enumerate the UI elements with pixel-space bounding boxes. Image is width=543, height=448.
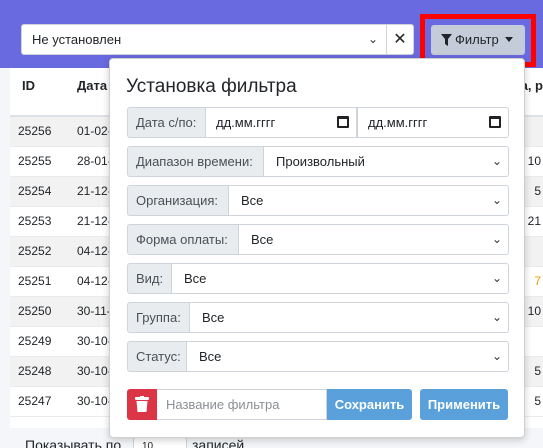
chevron-down-icon: ⌄: [491, 349, 502, 363]
filter-button-label: Фильтр: [455, 32, 499, 47]
date-to-placeholder: дд.мм.гггг: [368, 115, 428, 130]
cell-date: 01-02-: [77, 124, 112, 138]
group-label: Группа:: [127, 302, 190, 333]
cell-amount: 10: [527, 304, 541, 318]
records-label: записей: [192, 437, 245, 448]
cell-id: 25255: [18, 154, 52, 168]
kind-select[interactable]: Все ⌄: [172, 263, 509, 294]
cell-date: 28-01-: [77, 154, 112, 168]
calendar-icon: [489, 116, 501, 128]
date-range-label: Дата с/по:: [127, 107, 206, 138]
kind-value: Все: [184, 271, 207, 286]
date-range-group: Дата с/по: дд.мм.гггг дд.мм.гггг: [127, 107, 509, 138]
cell-amount: 7: [534, 274, 541, 288]
group-select[interactable]: Все ⌄: [190, 302, 509, 333]
filter-button[interactable]: Фильтр: [431, 25, 525, 55]
cell-date: 21-12-: [77, 184, 112, 198]
cell-id: 25252: [18, 244, 52, 258]
cell-date: 21-12-: [77, 214, 112, 228]
cell-date: 04-12-: [77, 274, 112, 288]
chevron-down-icon: ⌄: [491, 271, 502, 285]
trash-icon: [135, 396, 149, 412]
cell-date: 30-11-: [77, 304, 111, 318]
cell-id: 25253: [18, 214, 52, 228]
caret-down-icon: [504, 37, 513, 42]
cell-id: 25249: [18, 334, 52, 348]
payment-form-label: Форма оплаты:: [127, 224, 239, 255]
cell-id: 25251: [18, 274, 52, 288]
chevron-down-icon: ⌄: [491, 193, 502, 207]
date-to-input[interactable]: дд.мм.гггг: [357, 107, 509, 138]
column-header-id: ID: [22, 78, 35, 93]
cell-id: 25254: [18, 184, 52, 198]
time-range-select[interactable]: Произвольный ⌄: [264, 146, 509, 177]
group-group: Группа: Все ⌄: [127, 302, 509, 333]
group-value: Все: [202, 310, 225, 325]
chevron-down-icon: ⌄: [491, 154, 502, 168]
cell-date: 04-12-: [77, 244, 112, 258]
status-filter-select[interactable]: Все ⌄: [187, 341, 509, 372]
cell-id: 25256: [18, 124, 52, 138]
cell-amount: 21: [527, 214, 541, 228]
calendar-icon: [337, 116, 349, 128]
cell-id: 25250: [18, 304, 52, 318]
cell-date: 30-10-: [77, 364, 112, 378]
cell-amount: 5: [534, 364, 541, 378]
chevron-down-icon: ⌄: [491, 232, 502, 246]
column-header-date: Дата: [77, 78, 108, 93]
organization-select[interactable]: Все ⌄: [229, 185, 509, 216]
delete-filter-button[interactable]: [127, 389, 157, 420]
cell-date: 30-10-: [77, 394, 112, 408]
status-select-value: Не установлен: [32, 32, 122, 47]
page-size-label: Показывать по: [25, 437, 122, 448]
filter-name-input[interactable]: Название фильтра: [157, 389, 327, 420]
payment-form-select[interactable]: Все ⌄: [239, 224, 509, 255]
clear-button[interactable]: ✕: [387, 24, 414, 55]
time-range-label: Диапазон времени:: [127, 146, 264, 177]
cell-id: 25248: [18, 364, 52, 378]
kind-group: Вид: Все ⌄: [127, 263, 509, 294]
payment-form-value: Все: [251, 232, 274, 247]
date-from-placeholder: дд.мм.гггг: [216, 115, 276, 130]
status-select[interactable]: Не установлен ⌄: [21, 24, 387, 55]
cell-amount: 5: [534, 394, 541, 408]
popup-title: Установка фильтра: [126, 76, 297, 97]
cell-date: 30-10-: [77, 334, 112, 348]
cell-amount: 10: [527, 154, 541, 168]
kind-label: Вид:: [127, 263, 172, 294]
save-button[interactable]: Сохранить: [327, 389, 412, 420]
date-from-input[interactable]: дд.мм.гггг: [206, 107, 357, 138]
organization-value: Все: [241, 193, 264, 208]
status-label: Статус:: [127, 341, 187, 372]
chevron-down-icon: ⌄: [367, 32, 378, 46]
status-filter-value: Все: [199, 349, 222, 364]
payment-form-group: Форма оплаты: Все ⌄: [127, 224, 509, 255]
organization-group: Организация: Все ⌄: [127, 185, 509, 216]
apply-button[interactable]: Применить: [420, 389, 508, 420]
filter-dropdown: Установка фильтра Дата с/по: дд.мм.гггг …: [109, 58, 525, 438]
chevron-down-icon: ⌄: [491, 310, 502, 324]
time-range-group: Диапазон времени: Произвольный ⌄: [127, 146, 509, 177]
page-size-select[interactable]: 10: [133, 437, 187, 448]
organization-label: Организация:: [127, 185, 229, 216]
time-range-value: Произвольный: [276, 154, 365, 169]
cell-id: 25247: [18, 394, 52, 408]
funnel-icon: [441, 34, 452, 46]
cell-amount: 5: [534, 184, 541, 198]
status-group: Статус: Все ⌄: [127, 341, 509, 372]
